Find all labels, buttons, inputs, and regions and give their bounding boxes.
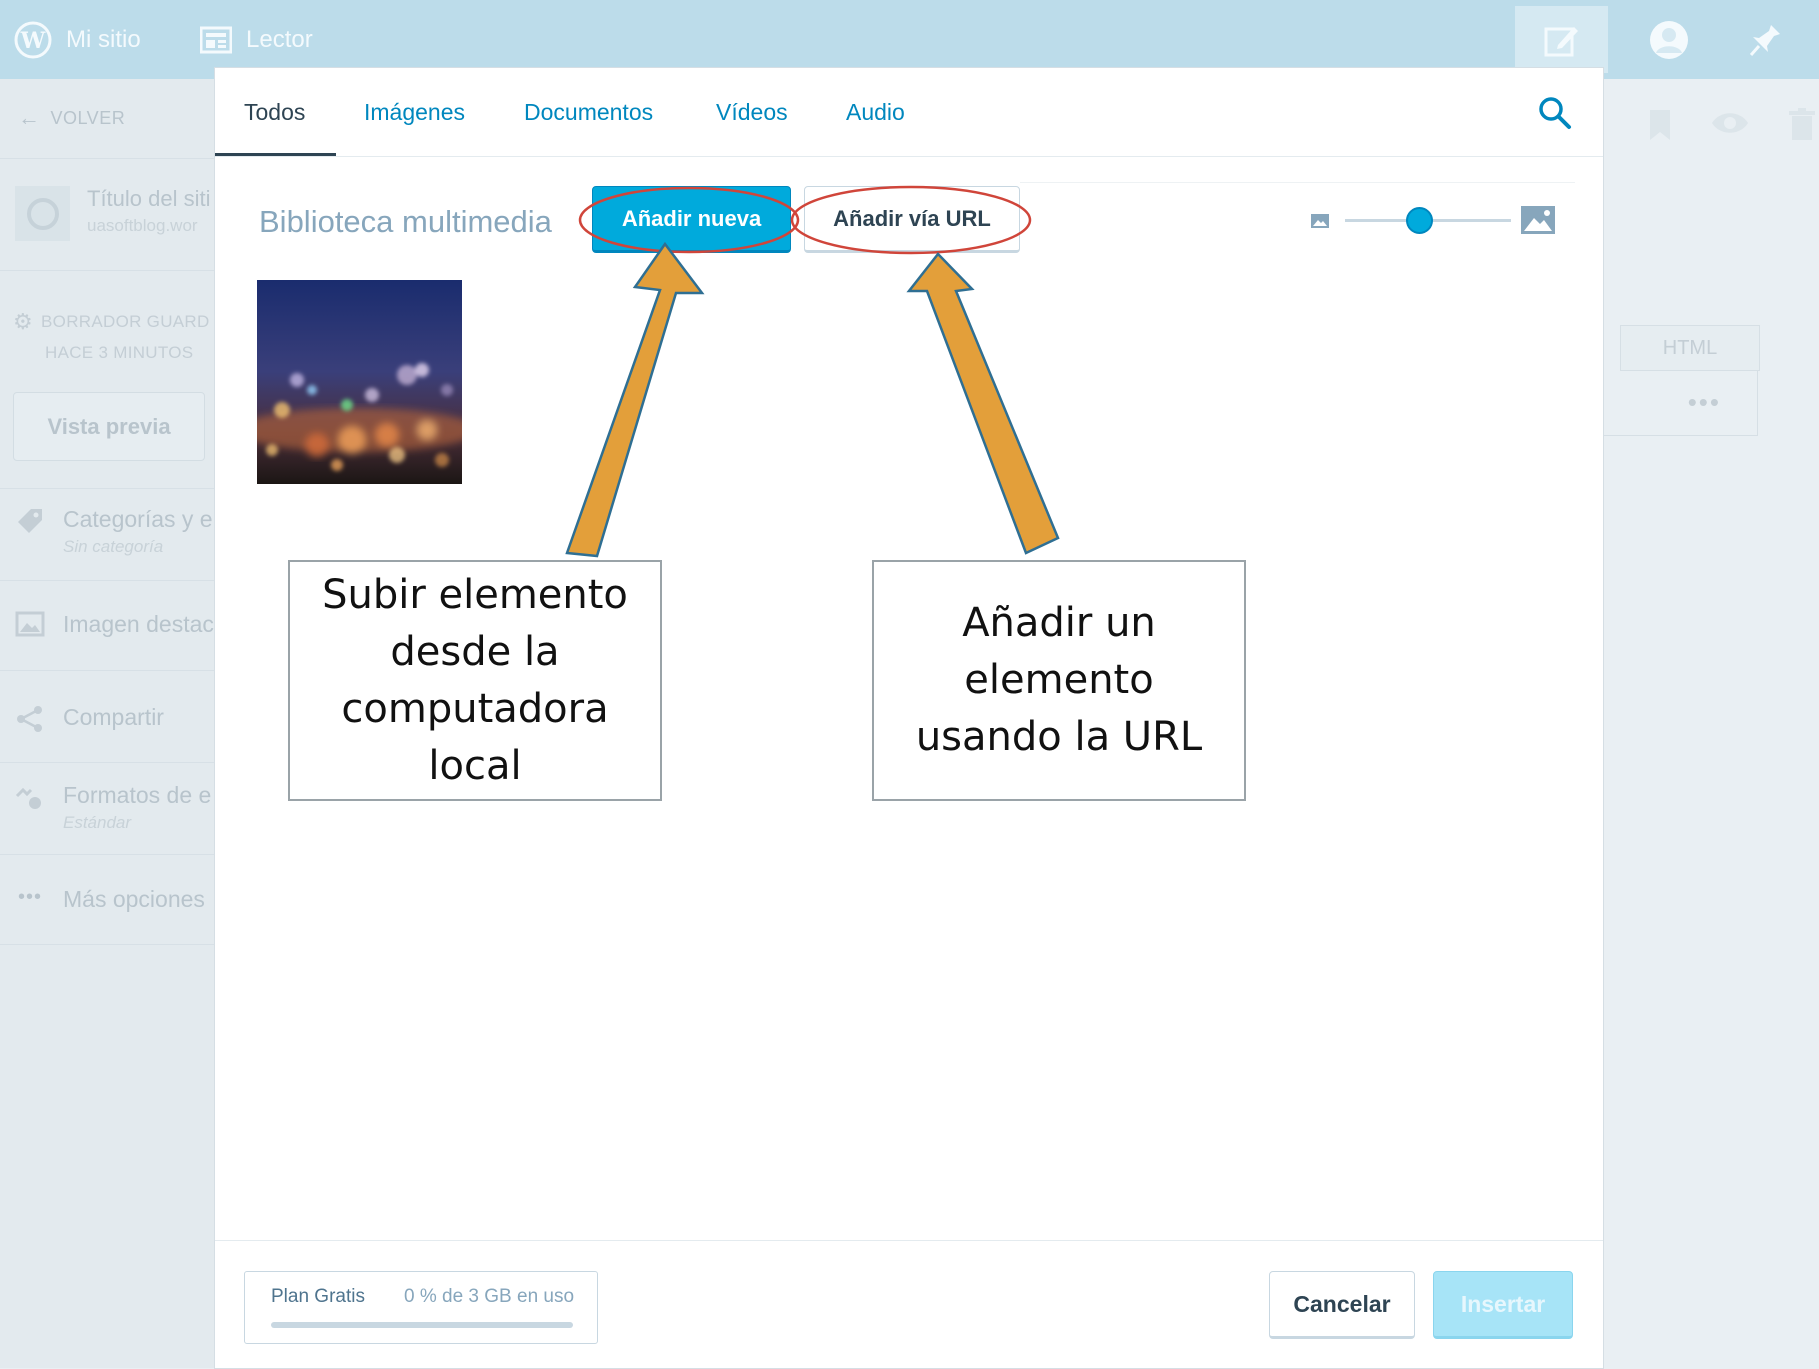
draft-status: ⚙ BORRADOR GUARD HACE 3 MINUTOS bbox=[13, 306, 210, 368]
sidebar-row-sub: Sin categoría bbox=[63, 537, 164, 556]
bokeh-city-image bbox=[257, 280, 462, 484]
sidebar-row-categories[interactable]: Categorías y e Sin categoría bbox=[15, 506, 213, 557]
tab-documents[interactable]: Documentos bbox=[524, 68, 653, 156]
notifications-button[interactable] bbox=[1718, 6, 1811, 73]
site-info: Título del siti uasoftblog.wor bbox=[15, 186, 211, 241]
sidebar-row-label: Más opciones bbox=[63, 886, 205, 912]
media-thumbnail[interactable] bbox=[257, 280, 462, 484]
divider bbox=[0, 854, 216, 855]
plan-storage[interactable]: Plan Gratis 0 % de 3 GB en uso bbox=[244, 1271, 598, 1344]
callout-add-url: Añadir un elemento usando la URL bbox=[872, 560, 1246, 801]
html-tab[interactable]: HTML bbox=[1620, 325, 1760, 371]
plan-name: Plan Gratis bbox=[271, 1286, 365, 1307]
divider bbox=[0, 488, 216, 489]
back-label: VOLVER bbox=[50, 107, 126, 128]
toolbar-more[interactable]: ••• bbox=[1600, 370, 1758, 436]
wordpress-logo-icon: W bbox=[14, 21, 52, 58]
sidebar-row-share[interactable]: Compartir bbox=[15, 704, 164, 734]
site-url: uasoftblog.wor bbox=[87, 216, 198, 235]
avatar-icon bbox=[1649, 20, 1688, 59]
site-title: Título del siti bbox=[87, 186, 211, 211]
active-tab-indicator bbox=[215, 153, 336, 156]
divider bbox=[0, 762, 216, 763]
library-title: Biblioteca multimedia bbox=[259, 204, 552, 239]
insert-button[interactable]: Insertar bbox=[1433, 1271, 1573, 1339]
large-image-icon bbox=[1521, 206, 1555, 234]
preview-button[interactable]: Vista previa bbox=[13, 392, 205, 461]
sidebar-row-label: Formatos de e bbox=[63, 782, 212, 808]
share-icon bbox=[15, 704, 45, 734]
site-icon bbox=[15, 186, 70, 241]
tab-all[interactable]: Todos bbox=[244, 68, 305, 156]
search-button[interactable] bbox=[1537, 95, 1573, 136]
arrow-left-icon: ← bbox=[18, 105, 41, 130]
profile-button[interactable] bbox=[1622, 6, 1715, 73]
my-site-label: Mi sitio bbox=[66, 25, 141, 53]
write-icon bbox=[1544, 26, 1578, 56]
bookmark-icon bbox=[1650, 110, 1670, 140]
gear-icon: ⚙ bbox=[13, 309, 34, 334]
ellipsis-icon: ••• bbox=[17, 886, 42, 908]
zoom-slider-handle[interactable] bbox=[1406, 207, 1434, 234]
draft-status-line1: BORRADOR GUARD bbox=[41, 312, 210, 331]
editor-tools bbox=[1648, 108, 1816, 142]
reader-icon bbox=[200, 26, 232, 53]
divider bbox=[0, 158, 216, 159]
plan-usage: 0 % de 3 GB en uso bbox=[404, 1286, 575, 1307]
notifications-icon bbox=[1749, 24, 1780, 56]
modal-footer: Plan Gratis 0 % de 3 GB en uso Cancelar … bbox=[215, 1240, 1603, 1369]
add-new-button[interactable]: Añadir nueva bbox=[592, 186, 791, 253]
storage-progress-bar bbox=[271, 1322, 573, 1328]
cancel-button[interactable]: Cancelar bbox=[1269, 1271, 1415, 1339]
tab-images[interactable]: Imágenes bbox=[364, 68, 465, 156]
sidebar-row-label: Compartir bbox=[63, 704, 164, 730]
tab-audio[interactable]: Audio bbox=[846, 68, 905, 156]
trash-icon bbox=[1789, 108, 1815, 140]
tag-icon bbox=[15, 506, 45, 536]
sidebar-row-label: Categorías y e bbox=[63, 506, 213, 532]
back-link[interactable]: ← VOLVER bbox=[18, 105, 125, 131]
my-site-link[interactable]: W Mi sitio bbox=[14, 0, 141, 79]
image-icon bbox=[15, 611, 45, 637]
post-format-icon bbox=[15, 782, 45, 812]
sidebar-row-label: Imagen destac bbox=[63, 611, 214, 637]
eye-icon bbox=[1712, 113, 1748, 133]
draft-status-line2: HACE 3 MINUTOS bbox=[45, 343, 194, 362]
divider bbox=[0, 944, 216, 945]
sidebar-row-post-format[interactable]: Formatos de e Estándar bbox=[15, 782, 211, 833]
sidebar-row-more-options[interactable]: ••• Más opciones bbox=[15, 886, 205, 913]
small-image-icon bbox=[1311, 214, 1329, 228]
divider bbox=[0, 270, 216, 271]
callout-upload-local: Subir elemento desde la computadora loca… bbox=[288, 560, 662, 801]
reader-label: Lector bbox=[246, 25, 313, 53]
tab-videos[interactable]: Vídeos bbox=[716, 68, 788, 156]
divider bbox=[1020, 182, 1575, 183]
search-icon bbox=[1539, 97, 1571, 129]
media-filter-tabs: Todos Imágenes Documentos Vídeos Audio bbox=[215, 68, 1603, 157]
divider bbox=[0, 670, 216, 671]
divider bbox=[0, 580, 216, 581]
add-via-url-button[interactable]: Añadir vía URL bbox=[804, 186, 1020, 253]
sidebar-row-sub: Estándar bbox=[63, 813, 132, 832]
write-button[interactable] bbox=[1515, 6, 1608, 73]
sidebar-row-featured-image[interactable]: Imagen destac bbox=[15, 611, 214, 638]
svg-text:W: W bbox=[20, 28, 46, 54]
